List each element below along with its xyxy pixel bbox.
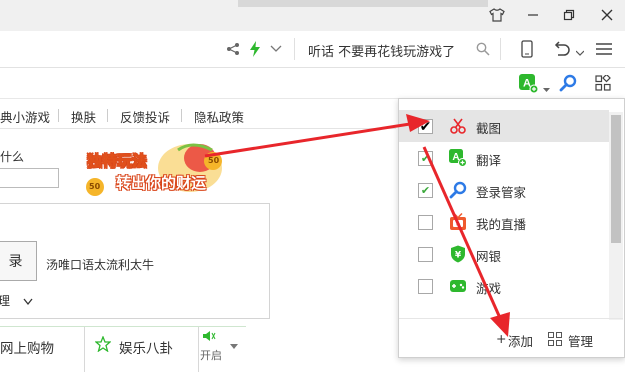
dropdown-item-screenshot[interactable]: ✔ 截图 — [399, 110, 609, 142]
nav-link-privacy[interactable]: 隐私政策 — [194, 107, 244, 126]
checkbox-unchecked[interactable] — [418, 279, 433, 294]
nav-divider — [107, 109, 108, 122]
apps-grid-icon[interactable] — [595, 73, 611, 94]
scissors-icon — [449, 117, 467, 135]
search-icon[interactable] — [476, 42, 490, 59]
panel-sub-label[interactable]: 理 — [0, 292, 10, 309]
translate-icon: A — [449, 149, 467, 167]
dropdown-item-translate[interactable]: ✔ A 翻译 — [399, 142, 609, 174]
checkbox-checked[interactable]: ✔ — [418, 151, 433, 166]
tab-dropdown-icon[interactable] — [224, 336, 244, 356]
chevron-down-icon[interactable] — [270, 42, 282, 57]
tab-online-shopping[interactable]: 网上购物 — [0, 337, 54, 357]
promo-title-line2: 转出你的财运 — [116, 174, 207, 192]
bank-shield-icon: ¥ — [449, 245, 467, 263]
nav-link-mini-games[interactable]: 典小游戏 — [0, 107, 50, 126]
nav-divider — [58, 109, 59, 122]
manage-button[interactable]: 管理 — [568, 331, 593, 350]
extension-dropdown-chevron-icon[interactable] — [543, 82, 550, 96]
nav-divider — [181, 109, 182, 122]
translate-extension-icon[interactable]: A — [519, 74, 539, 97]
dropdown-item-games[interactable]: 游戏 — [399, 270, 609, 302]
skin-shirt-icon[interactable] — [482, 4, 512, 26]
small-text-input[interactable] — [0, 168, 59, 188]
restore-button[interactable] — [554, 4, 584, 26]
promo-coin-value: 50 — [89, 182, 101, 191]
dropdown-item-online-banking[interactable]: ¥ 网银 — [399, 238, 609, 270]
share-icon[interactable] — [226, 42, 240, 59]
login-manager-icon — [449, 181, 467, 199]
dropdown-item-label: 我的直播 — [476, 217, 527, 232]
checkbox-checked[interactable]: ✔ — [418, 119, 433, 134]
dropdown-item-label: 游戏 — [476, 281, 502, 296]
dropdown-scroll-thumb[interactable] — [611, 115, 621, 243]
add-plus-icon[interactable]: + — [496, 331, 506, 346]
tab-entertainment[interactable]: 娱乐八卦 — [119, 337, 173, 357]
news-ticker-text[interactable]: 汤唯口语太流利太牛 — [46, 256, 154, 273]
search-hint-text[interactable]: 听话 不要再花钱玩游戏了 — [308, 41, 455, 60]
promo-title-line1: 独特玩法 — [87, 152, 148, 171]
phone-icon[interactable] — [521, 40, 533, 61]
tv-icon — [449, 213, 467, 231]
undo-icon[interactable] — [553, 41, 571, 60]
tab-divider — [198, 327, 199, 372]
lightning-icon[interactable] — [249, 41, 261, 60]
chevron-down-icon[interactable] — [23, 295, 33, 309]
dropdown-item-label: 登录管家 — [476, 185, 527, 200]
nav-link-skin[interactable]: 换肤 — [71, 107, 96, 126]
checkbox-checked[interactable]: ✔ — [418, 183, 433, 198]
dropdown-item-live-stream[interactable]: 我的直播 — [399, 206, 609, 238]
tab-divider — [84, 327, 85, 372]
manage-grid-icon[interactable] — [548, 332, 562, 349]
divider — [294, 38, 295, 60]
promo-banner[interactable]: 独特玩法 转出你的财运 50 50 — [80, 140, 240, 200]
add-button[interactable]: 添加 — [508, 331, 533, 350]
speaker-icon[interactable] — [202, 330, 216, 345]
title-bar-tab-shadow — [238, 0, 488, 7]
category-label: 什么 — [0, 150, 25, 164]
dropdown-item-label: 翻译 — [476, 153, 502, 168]
dropdown-item-label: 截图 — [476, 121, 502, 136]
undo-dropdown-chevron-icon[interactable] — [575, 45, 585, 59]
close-button[interactable] — [592, 4, 622, 26]
open-label[interactable]: 开启 — [200, 347, 222, 363]
panel-action-button[interactable]: 录 — [0, 241, 37, 281]
dropdown-item-label: 网银 — [476, 249, 502, 264]
menu-icon[interactable] — [596, 42, 612, 59]
dropdown-footer-divider — [399, 318, 623, 319]
minimize-button[interactable] — [518, 4, 548, 26]
svg-text:¥: ¥ — [455, 251, 462, 261]
dropdown-item-login-manager[interactable]: ✔ 登录管家 — [399, 174, 609, 206]
login-manager-extension-icon[interactable] — [559, 74, 577, 95]
promo-coin-value: 50 — [208, 156, 220, 165]
checkbox-unchecked[interactable] — [418, 247, 433, 262]
divider — [500, 38, 501, 60]
gamepad-icon — [449, 277, 467, 295]
nav-link-feedback[interactable]: 反馈投诉 — [120, 107, 170, 126]
star-icon — [94, 335, 112, 355]
checkbox-unchecked[interactable] — [418, 215, 433, 230]
